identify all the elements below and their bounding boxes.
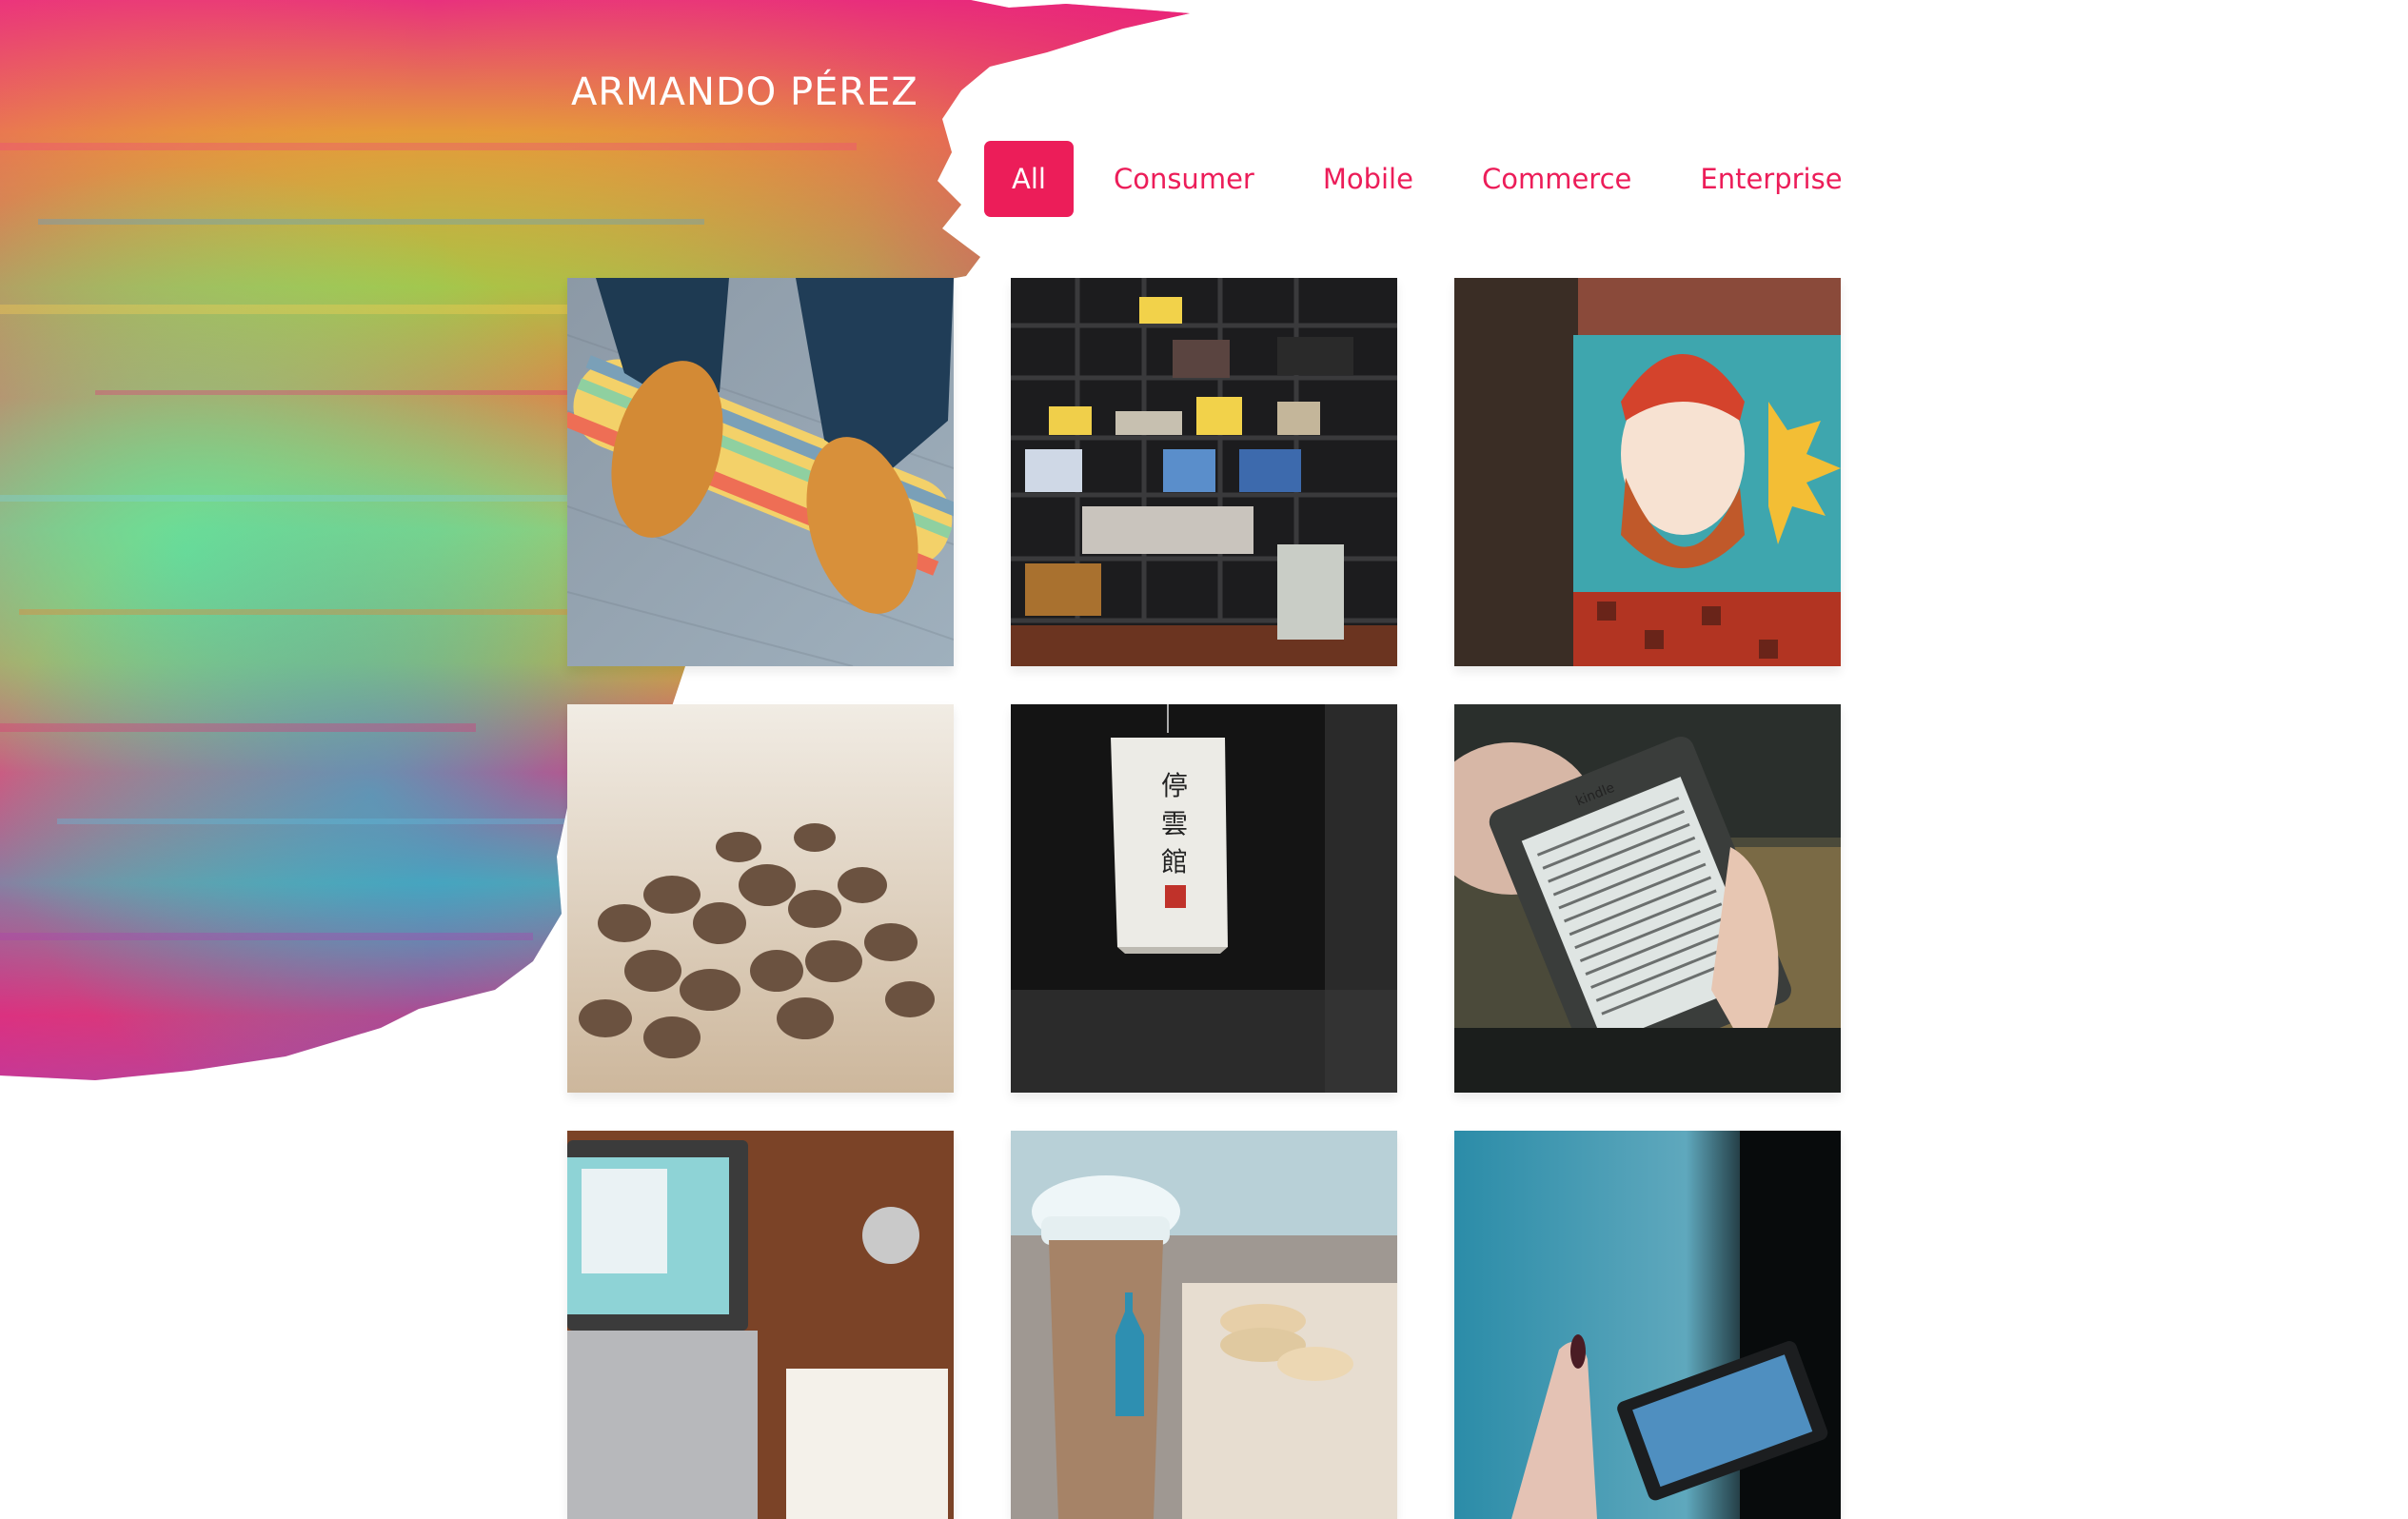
site-title: ARMANDO PÉREZ (571, 70, 918, 114)
shoes-skateboard-image (567, 278, 954, 666)
filter-enterprise-button[interactable]: Enterprise (1675, 141, 1866, 217)
paper-lantern-image: 停 雲 館 (1011, 704, 1397, 1093)
portfolio-item-shoes-skateboard[interactable] (567, 278, 954, 666)
portfolio-item-mural[interactable] (1454, 278, 1841, 666)
portfolio-item-bookshelf[interactable] (1011, 278, 1397, 666)
hand-holding-phone-image (1454, 1131, 1841, 1519)
laptop-desk-image (567, 1131, 954, 1519)
coffee-cup-macarons-image (1011, 1131, 1397, 1519)
bookshelf-image (1011, 278, 1397, 666)
lantern-char-2: 雲 (1161, 808, 1188, 839)
kindle-ereader-image: kindle (1454, 704, 1841, 1093)
filter-all-button[interactable]: All (984, 141, 1074, 217)
bearded-man-mural-image (1454, 278, 1841, 666)
portfolio-grid: 停 雲 館 kindle (567, 278, 1841, 1519)
filter-commerce-button[interactable]: Commerce (1457, 141, 1656, 217)
portfolio-item-laptop[interactable] (567, 1131, 954, 1519)
lantern-char-3: 館 (1161, 846, 1188, 878)
coffee-beans-image (567, 704, 954, 1093)
portfolio-item-kindle[interactable]: kindle (1454, 704, 1841, 1093)
filter-consumer-button[interactable]: Consumer (1089, 141, 1279, 217)
lantern-char-1: 停 (1161, 770, 1188, 801)
portfolio-item-phone[interactable] (1454, 1131, 1841, 1519)
category-filter-bar: All Consumer Mobile Commerce Enterprise (984, 141, 1867, 217)
portfolio-item-coffee-cup[interactable] (1011, 1131, 1397, 1519)
portfolio-item-lantern[interactable]: 停 雲 館 (1011, 704, 1397, 1093)
portfolio-item-coffee-beans[interactable] (567, 704, 954, 1093)
filter-mobile-button[interactable]: Mobile (1298, 141, 1438, 217)
